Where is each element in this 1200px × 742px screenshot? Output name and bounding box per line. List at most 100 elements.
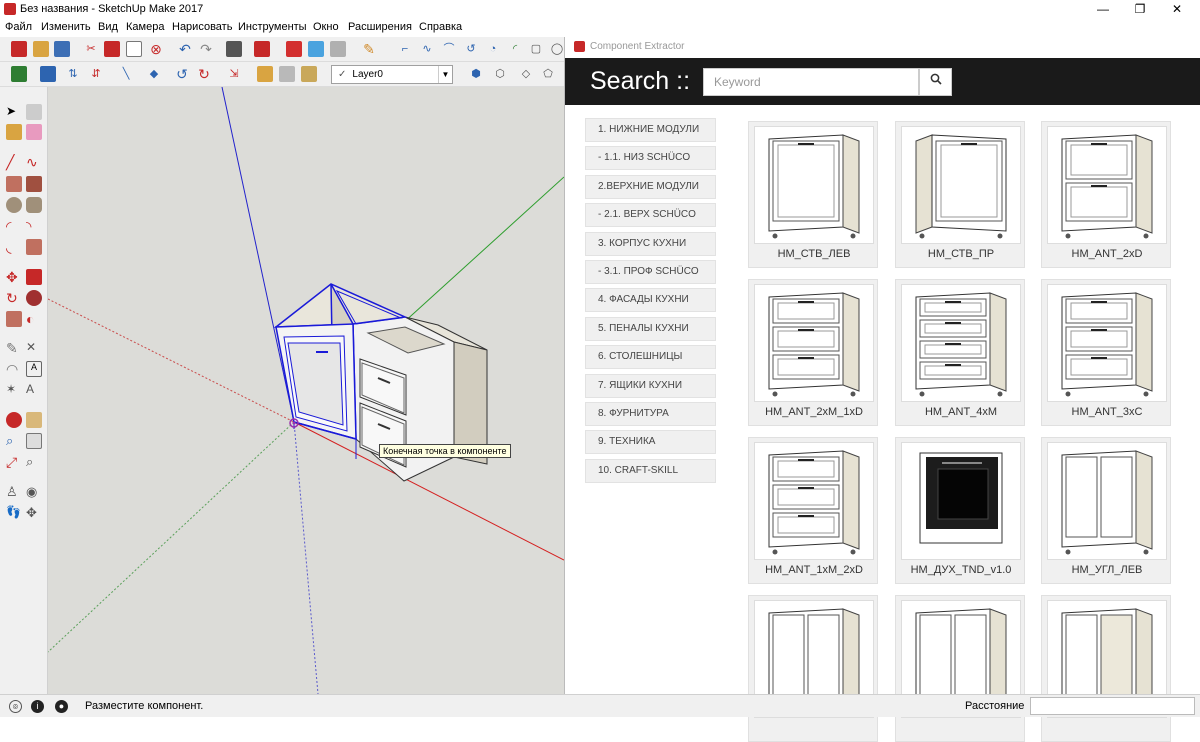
zoom-window-icon[interactable] bbox=[26, 433, 42, 449]
top-view-icon[interactable]: ⬡ bbox=[492, 66, 508, 82]
box-tan-icon[interactable] bbox=[301, 66, 317, 82]
component-card[interactable]: НМ_ANT_4xM bbox=[895, 279, 1025, 426]
orbit-icon[interactable] bbox=[6, 412, 22, 428]
box-yellow-icon[interactable] bbox=[257, 66, 273, 82]
box-gray-icon[interactable] bbox=[279, 66, 295, 82]
close-button[interactable]: ✕ bbox=[1154, 0, 1200, 19]
rotated-rect-icon[interactable] bbox=[26, 176, 42, 192]
position-camera-icon[interactable] bbox=[40, 66, 56, 82]
cut-icon[interactable]: ✂ bbox=[83, 41, 99, 57]
circle-tool-icon[interactable] bbox=[6, 197, 22, 213]
rotate-left-icon[interactable]: ↺ bbox=[174, 66, 190, 82]
category-item[interactable]: 6. СТОЛЕШНИЦЫ bbox=[585, 345, 716, 370]
front-view-icon[interactable]: ◇ bbox=[518, 66, 534, 82]
menu-draw[interactable]: Нарисовать bbox=[172, 21, 232, 33]
menu-view[interactable]: Вид bbox=[98, 21, 118, 33]
scale-icon[interactable]: ⇲ bbox=[226, 66, 242, 82]
3d-viewport[interactable] bbox=[48, 87, 564, 694]
polygon-tool-icon[interactable] bbox=[26, 197, 42, 213]
undo-icon[interactable]: ↶ bbox=[177, 41, 193, 57]
rotate-arc-icon[interactable]: ↺ bbox=[463, 41, 479, 57]
component-card[interactable]: НМ_УГЛ_ЛЕВ bbox=[1041, 437, 1171, 584]
user-icon[interactable]: ● bbox=[55, 700, 68, 713]
menu-help[interactable]: Справка bbox=[419, 21, 462, 33]
info-icon[interactable]: i bbox=[31, 700, 44, 713]
component-card[interactable] bbox=[895, 595, 1025, 742]
eraser-icon[interactable] bbox=[26, 124, 42, 140]
iso-view-icon[interactable]: ⬢ bbox=[468, 66, 484, 82]
component-make-icon[interactable] bbox=[26, 104, 42, 120]
model-canvas[interactable] bbox=[48, 87, 564, 694]
previous-view-icon[interactable]: ⌕ bbox=[26, 454, 42, 470]
arc-icon[interactable]: ⌒ bbox=[441, 41, 457, 57]
material-icon[interactable] bbox=[308, 41, 324, 57]
3d-text-icon[interactable]: A bbox=[26, 382, 42, 398]
new-file-icon[interactable] bbox=[11, 41, 27, 57]
rectangle-icon[interactable]: ▢ bbox=[528, 41, 544, 57]
component-card[interactable]: НМ_ANT_1xM_2xD bbox=[748, 437, 878, 584]
section-tool-icon[interactable]: ✥ bbox=[26, 505, 42, 521]
rotate-right-icon[interactable]: ↻ bbox=[196, 66, 212, 82]
zoom-icon[interactable]: ⌕ bbox=[6, 433, 22, 449]
component-card[interactable]: НМ_ANT_3xC bbox=[1041, 279, 1171, 426]
three-point-arc-icon[interactable]: ◟ bbox=[6, 239, 22, 255]
category-item[interactable]: - 1.1. НИЗ SCHÜCO bbox=[585, 146, 716, 171]
walk-icon[interactable]: ╲ bbox=[118, 66, 134, 82]
pie-tool-icon[interactable] bbox=[26, 239, 42, 255]
scale-tool-icon[interactable] bbox=[6, 311, 22, 327]
category-item[interactable]: 1. НИЖНИЕ МОДУЛИ bbox=[585, 118, 716, 142]
select-icon[interactable]: ➤ bbox=[6, 104, 22, 120]
paint-bucket-icon[interactable] bbox=[6, 124, 22, 140]
category-item[interactable]: - 3.1. ПРОФ SCHÜCO bbox=[585, 259, 716, 284]
arc-tool-icon[interactable]: ◜ bbox=[6, 218, 22, 234]
save-icon[interactable] bbox=[54, 41, 70, 57]
menu-file[interactable]: Файл bbox=[5, 21, 32, 33]
search-input[interactable]: Keyword bbox=[703, 68, 919, 96]
open-folder-icon[interactable] bbox=[33, 41, 49, 57]
offset-icon[interactable]: ◐ bbox=[26, 311, 42, 327]
component-card[interactable] bbox=[1041, 595, 1171, 742]
category-item[interactable]: 4. ФАСАДЫ КУХНИ bbox=[585, 288, 716, 313]
rotate-icon[interactable]: ↻ bbox=[6, 290, 22, 306]
component-card[interactable] bbox=[748, 595, 878, 742]
follow-me-icon[interactable] bbox=[26, 290, 42, 306]
chevron-down-icon[interactable]: ▼ bbox=[438, 66, 452, 83]
axes-tool-icon[interactable]: ✶ bbox=[6, 382, 22, 398]
menu-edit[interactable]: Изменить bbox=[41, 21, 91, 33]
circle-icon[interactable]: ◯ bbox=[549, 41, 565, 57]
layer-select[interactable]: ✓ Layer0 ▼ bbox=[331, 65, 453, 84]
freehand-tool-icon[interactable]: ∿ bbox=[26, 154, 42, 170]
push-pull-icon[interactable] bbox=[26, 269, 42, 285]
text-tool-icon[interactable]: A bbox=[26, 361, 42, 377]
component-icon[interactable] bbox=[286, 41, 302, 57]
style-icon[interactable] bbox=[330, 41, 346, 57]
zoom-extents-icon[interactable]: ⤢ bbox=[6, 454, 22, 470]
menu-window[interactable]: Окно bbox=[313, 21, 339, 33]
erase-icon[interactable]: ⊗ bbox=[148, 41, 164, 57]
walk-tool-icon[interactable]: 👣 bbox=[6, 505, 22, 521]
geo-location-icon[interactable]: ⌾ bbox=[9, 700, 22, 713]
copy-icon[interactable] bbox=[104, 41, 120, 57]
category-item[interactable]: 9. ТЕХНИКА bbox=[585, 430, 716, 455]
pan-icon[interactable] bbox=[26, 412, 42, 428]
category-item[interactable]: 8. ФУРНИТУРА bbox=[585, 401, 716, 426]
line-icon[interactable]: ⌐ bbox=[397, 41, 413, 57]
category-item[interactable]: - 2.1. ВЕРХ SCHÜCO bbox=[585, 203, 716, 228]
look-around-icon[interactable]: ◉ bbox=[26, 484, 42, 500]
tape-measure-icon[interactable]: ✎ bbox=[6, 340, 22, 356]
rectangle-tool-icon[interactable] bbox=[6, 176, 22, 192]
line-tool-icon[interactable]: ╱ bbox=[6, 154, 22, 170]
component-card[interactable]: НМ_ANT_2xM_1xD bbox=[748, 279, 878, 426]
arc2-icon[interactable]: ◜ bbox=[507, 41, 523, 57]
category-item[interactable]: 10. CRAFT-SKILL bbox=[585, 458, 716, 483]
redo-icon[interactable]: ↷ bbox=[198, 41, 214, 57]
right-view-icon[interactable]: ⬠ bbox=[540, 66, 556, 82]
category-item[interactable]: 7. ЯЩИКИ КУХНИ bbox=[585, 373, 716, 398]
category-item[interactable]: 3. КОРПУС КУХНИ bbox=[585, 231, 716, 256]
pencil-icon[interactable]: ✎ bbox=[361, 41, 377, 57]
freehand-icon[interactable]: ∿ bbox=[419, 41, 435, 57]
dimension-icon[interactable]: ✕ bbox=[26, 340, 42, 356]
protractor-icon[interactable]: ◠ bbox=[6, 361, 22, 377]
menu-camera[interactable]: Камера bbox=[126, 21, 164, 33]
component-card[interactable]: НМ_СТВ_ПР bbox=[895, 121, 1025, 268]
